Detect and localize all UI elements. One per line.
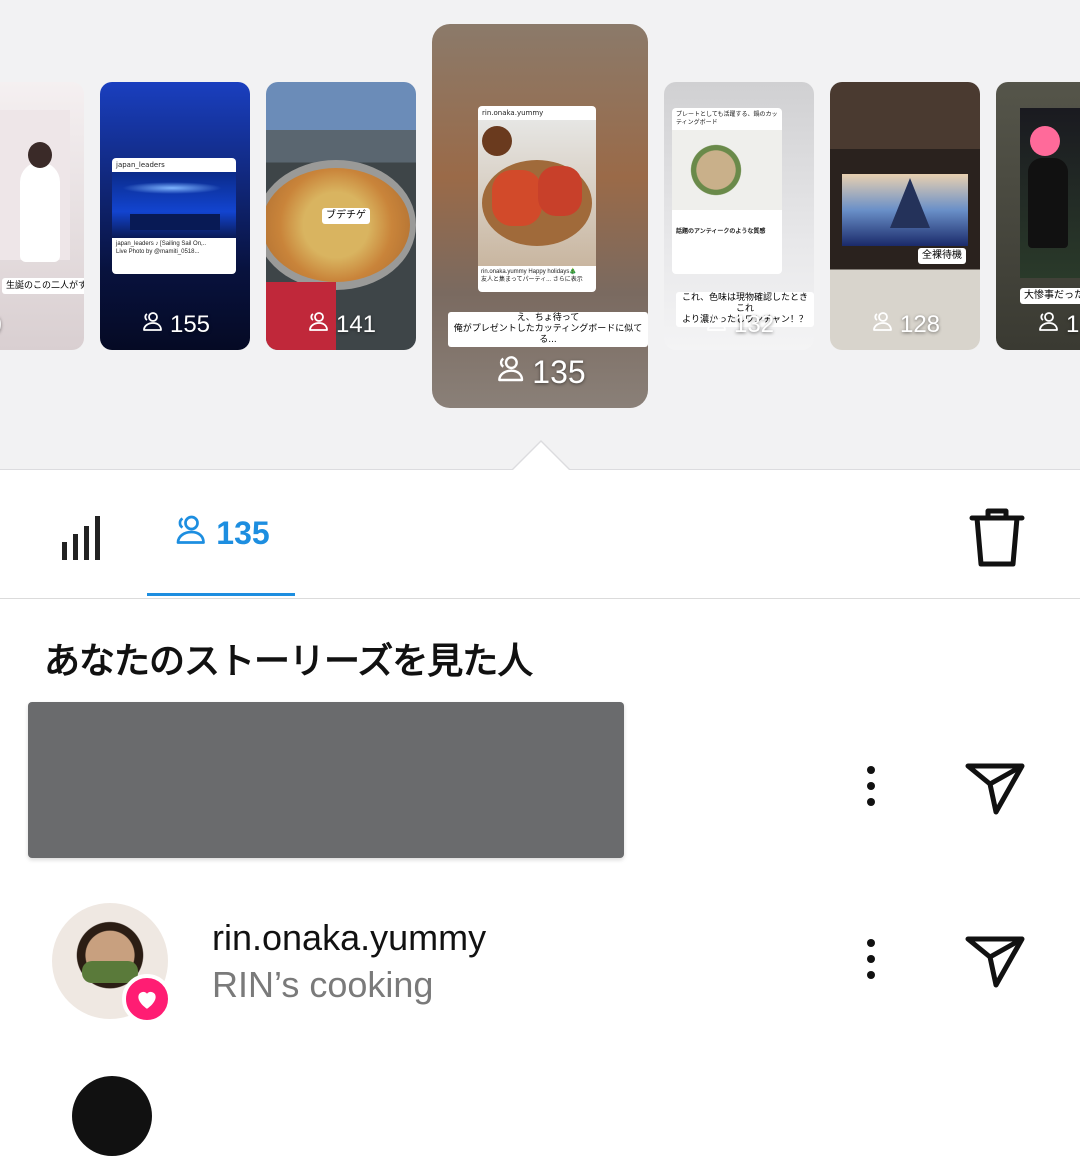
viewer-tabs: 135 bbox=[0, 470, 1080, 599]
more-vertical-icon bbox=[865, 766, 877, 806]
more-vertical-icon bbox=[865, 939, 877, 979]
story-caption: え、ちょ待って 俺がプレゼントしたカッティングボードに似てる... bbox=[448, 312, 648, 347]
story-thumbnail-selected[interactable]: rin.onaka.yummy rin.onaka.yummy Happy ho… bbox=[432, 24, 648, 408]
story-post-username: japan_leaders bbox=[116, 161, 165, 169]
story-post-heading: 話題のアンティークのような質感 bbox=[676, 229, 766, 235]
send-icon bbox=[965, 763, 1025, 815]
viewers-icon bbox=[306, 309, 330, 340]
tab-insights[interactable] bbox=[60, 512, 110, 560]
more-options-button[interactable] bbox=[865, 939, 877, 983]
story-caption: ブデチゲ bbox=[322, 208, 370, 224]
view-count: 128 bbox=[899, 310, 941, 338]
bar-chart-icon bbox=[62, 516, 100, 560]
story-thumbnail[interactable]: プレートとしても活躍する、鍋のカッティングボード 話題のアンティークのような質感… bbox=[664, 82, 814, 350]
viewers-icon bbox=[140, 309, 164, 340]
view-count: 141 bbox=[335, 310, 377, 338]
view-count: 155 bbox=[169, 310, 211, 338]
view-count: 135 bbox=[532, 353, 586, 390]
story-post-subtext: 友人と集まってパーティ... さらに表示 bbox=[481, 277, 583, 283]
story-thumbnail[interactable]: ブデチゲ 141 bbox=[266, 82, 416, 350]
redacted-viewer bbox=[28, 702, 624, 858]
view-count: 132 bbox=[733, 310, 775, 338]
viewers-icon bbox=[704, 309, 728, 340]
story-thumbnail[interactable]: 生誕のこの二人がすき 199 bbox=[0, 82, 84, 350]
story-thumbnail[interactable]: 大惨事だったら 1 bbox=[996, 82, 1080, 350]
story-strip: 生誕のこの二人がすき 199 japan_leaders japan_leade… bbox=[0, 0, 1080, 470]
story-caption: 大惨事だったら bbox=[1020, 288, 1080, 304]
viewers-icon bbox=[172, 511, 208, 555]
viewers-icon bbox=[1036, 309, 1060, 340]
viewer-username[interactable]: rin.onaka.yummy bbox=[212, 917, 486, 959]
story-post-title: プレートとしても活躍する、鍋のカッティングボード bbox=[676, 112, 778, 126]
delete-story-button[interactable] bbox=[968, 506, 1026, 568]
story-post-text: rin.onaka.yummy Happy holidays🎄 bbox=[481, 269, 577, 275]
avatar[interactable] bbox=[72, 1076, 152, 1156]
tab-viewers[interactable]: 135 bbox=[147, 470, 295, 596]
view-count: 1 bbox=[1066, 310, 1080, 338]
send-icon bbox=[965, 936, 1025, 988]
send-message-button[interactable] bbox=[964, 760, 1026, 818]
trash-icon bbox=[969, 508, 1025, 567]
viewers-section-title: あなたのストーリーズを見た人 bbox=[44, 641, 533, 682]
story-post-subtext: Live Photo by @mamiti_0518... bbox=[116, 249, 200, 255]
story-thumbnail[interactable]: 全裸待機 128 bbox=[830, 82, 980, 350]
viewers-icon bbox=[494, 352, 526, 392]
story-caption: 全裸待機 bbox=[918, 248, 966, 264]
heart-icon bbox=[138, 991, 156, 1009]
active-tab-indicator bbox=[147, 593, 295, 596]
story-post-username: rin.onaka.yummy bbox=[482, 109, 544, 117]
viewers-icon bbox=[870, 309, 894, 340]
viewers-tab-count: 135 bbox=[216, 514, 270, 551]
viewer-display-name: RIN’s cooking bbox=[212, 964, 434, 1005]
story-post-text: japan_leaders ♪ [Sailing Sail On,.. bbox=[116, 241, 207, 247]
story-caption: 生誕のこの二人がすき bbox=[2, 278, 84, 294]
view-count: 199 bbox=[0, 312, 2, 340]
reaction-badge bbox=[122, 974, 172, 1024]
story-thumbnail[interactable]: japan_leaders japan_leaders ♪ [Sailing S… bbox=[100, 82, 250, 350]
send-message-button[interactable] bbox=[964, 933, 1026, 991]
more-options-button[interactable] bbox=[865, 766, 877, 810]
